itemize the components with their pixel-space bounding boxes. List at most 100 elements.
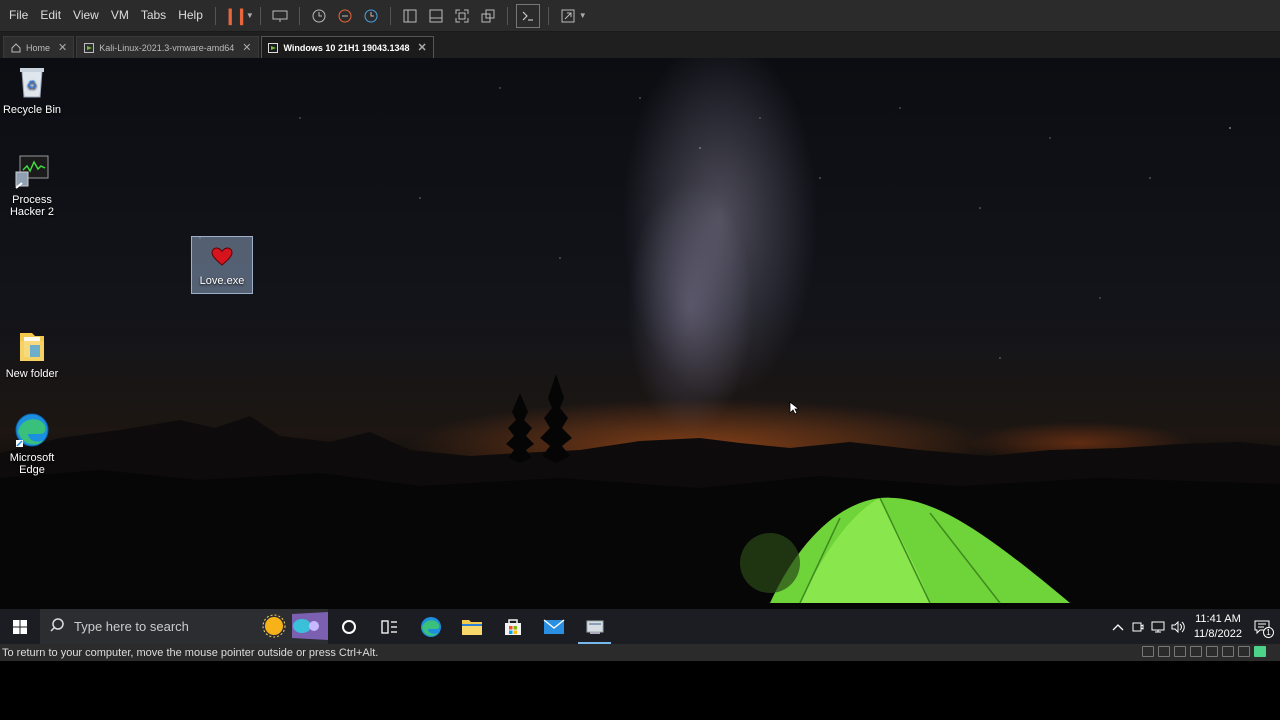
- toolbar-separator: [298, 6, 300, 25]
- vmware-window: File Edit View VM Tabs Help ❙❙ ▼ ▼ Home …: [0, 0, 1280, 720]
- menu-view[interactable]: View: [67, 0, 105, 31]
- desktop-icon-label: Recycle Bin: [2, 104, 62, 116]
- desktop-icon-new-folder[interactable]: New folder: [0, 328, 64, 380]
- vm-icon: [268, 42, 279, 53]
- tab-home[interactable]: Home ✕: [3, 36, 75, 58]
- show-hidden-icons-button[interactable]: [1108, 623, 1128, 631]
- process-hacker-icon: [14, 154, 50, 190]
- full-screen-button[interactable]: [451, 5, 473, 27]
- toolbar-separator: [259, 6, 261, 25]
- chevron-up-icon: [1112, 623, 1124, 630]
- search-highlight-icon[interactable]: [262, 612, 328, 640]
- desktop-icon-process-hacker[interactable]: Process Hacker 2: [0, 154, 64, 218]
- device-status-icons: [1142, 646, 1266, 657]
- taskbar-edge[interactable]: [410, 609, 451, 644]
- close-icon[interactable]: ✕: [418, 41, 427, 54]
- store-icon: [504, 618, 521, 635]
- desktop-icon-label: New folder: [5, 368, 59, 380]
- menu-edit[interactable]: Edit: [34, 0, 67, 31]
- windows-logo-icon: [13, 619, 27, 634]
- volume-tray-icon[interactable]: [1168, 620, 1188, 633]
- network-icon: [1151, 621, 1165, 632]
- close-icon[interactable]: ✕: [242, 41, 251, 54]
- vm-tab-bar: Home ✕ Kali-Linux-2021.3-vmware-amd64 ✕ …: [0, 32, 1280, 58]
- cortana-icon: [341, 619, 356, 634]
- edge-icon: [420, 616, 441, 637]
- toolbar-separator: [389, 6, 391, 25]
- tab-label: Windows 10 21H1 19043.1348: [283, 42, 410, 53]
- guest-desktop[interactable]: ♻ Recycle Bin Process Hacker 2 Love.exe …: [0, 58, 1280, 609]
- cd-dvd-icon[interactable]: [1158, 646, 1170, 657]
- sidebar-icon: [403, 9, 417, 22]
- revert-icon: [338, 9, 352, 22]
- panel-icon: [429, 9, 443, 22]
- device-icon: [1132, 622, 1144, 631]
- tab-label: Home: [26, 42, 51, 53]
- show-library-button[interactable]: [399, 5, 421, 27]
- task-view-button[interactable]: [369, 609, 410, 644]
- folder-icon: [14, 328, 50, 364]
- desktop-icon-label: Love.exe: [199, 275, 245, 287]
- application-icon: [586, 620, 603, 634]
- clock-date: 11/8/2022: [1193, 627, 1242, 640]
- sound-card-icon[interactable]: [1222, 646, 1234, 657]
- network-adapter-icon[interactable]: [1174, 646, 1186, 657]
- search-placeholder: Type here to search: [74, 619, 189, 634]
- snapshot-manager-icon: [364, 9, 378, 22]
- recycle-bin-icon: ♻: [14, 64, 50, 100]
- thumbnail-bar-button[interactable]: [425, 5, 447, 27]
- taskbar-file-explorer[interactable]: [451, 609, 492, 644]
- chevron-down-icon[interactable]: ▼: [246, 11, 254, 20]
- snapshot-button[interactable]: [308, 5, 330, 27]
- taskbar-mail[interactable]: [533, 609, 574, 644]
- keyboard-icon: [272, 10, 288, 22]
- revert-snapshot-button[interactable]: [334, 5, 356, 27]
- desktop-icon-recycle-bin[interactable]: ♻ Recycle Bin: [0, 64, 64, 116]
- message-log-icon[interactable]: [1254, 646, 1266, 657]
- taskbar-search-box[interactable]: Type here to search: [40, 609, 328, 644]
- menu-tabs[interactable]: Tabs: [135, 0, 172, 31]
- pause-vm-button[interactable]: ❙❙: [223, 5, 248, 27]
- usb-icon[interactable]: [1190, 646, 1202, 657]
- toolbar-separator: [506, 6, 508, 25]
- start-button[interactable]: [0, 609, 40, 644]
- desktop-icon-microsoft-edge[interactable]: Microsoft Edge: [0, 412, 64, 476]
- cortana-button[interactable]: [328, 609, 369, 644]
- tab-kali-linux[interactable]: Kali-Linux-2021.3-vmware-amd64 ✕: [76, 36, 259, 58]
- hard-disk-icon[interactable]: [1142, 646, 1154, 657]
- taskbar-active-app[interactable]: [574, 609, 615, 644]
- snapshot-manager-button[interactable]: [360, 5, 382, 27]
- windows-taskbar: Type here to search 11:41 AM 11/8/2022 1: [0, 609, 1280, 644]
- stretch-guest-button[interactable]: [557, 5, 579, 27]
- printer-icon[interactable]: [1206, 646, 1218, 657]
- clock-time: 11:41 AM: [1195, 612, 1241, 625]
- edge-icon: [14, 412, 50, 448]
- display-icon[interactable]: [1238, 646, 1250, 657]
- menu-file[interactable]: File: [3, 0, 34, 31]
- folder-icon: [461, 619, 482, 635]
- desktop-icon-love-exe[interactable]: Love.exe: [191, 236, 253, 294]
- action-center-button[interactable]: 1: [1252, 620, 1274, 638]
- close-icon[interactable]: ✕: [58, 41, 67, 54]
- search-icon: [50, 618, 64, 635]
- unity-button[interactable]: [477, 5, 499, 27]
- taskbar-microsoft-store[interactable]: [492, 609, 533, 644]
- fullscreen-icon: [455, 9, 469, 22]
- chevron-down-icon[interactable]: ▼: [579, 11, 587, 20]
- desktop-icon-label: Microsoft Edge: [9, 452, 55, 476]
- clock-icon: [312, 9, 326, 22]
- send-ctrl-alt-del-button[interactable]: [269, 5, 291, 27]
- home-icon: [10, 42, 21, 53]
- menu-toolbar: File Edit View VM Tabs Help ❙❙ ▼ ▼: [0, 0, 1280, 32]
- menu-vm[interactable]: VM: [105, 0, 135, 31]
- task-view-icon: [380, 619, 397, 634]
- network-tray-icon[interactable]: [1148, 621, 1168, 633]
- vm-icon: [83, 42, 94, 53]
- status-message: To return to your computer, move the mou…: [2, 646, 379, 659]
- tab-windows-10[interactable]: Windows 10 21H1 19043.1348 ✕: [260, 36, 434, 58]
- menu-help[interactable]: Help: [172, 0, 209, 31]
- console-view-button[interactable]: [515, 3, 540, 28]
- vmware-tools-tray-icon[interactable]: [1128, 621, 1148, 633]
- taskbar-clock[interactable]: 11:41 AM 11/8/2022: [1194, 612, 1242, 642]
- terminal-icon: [522, 11, 533, 20]
